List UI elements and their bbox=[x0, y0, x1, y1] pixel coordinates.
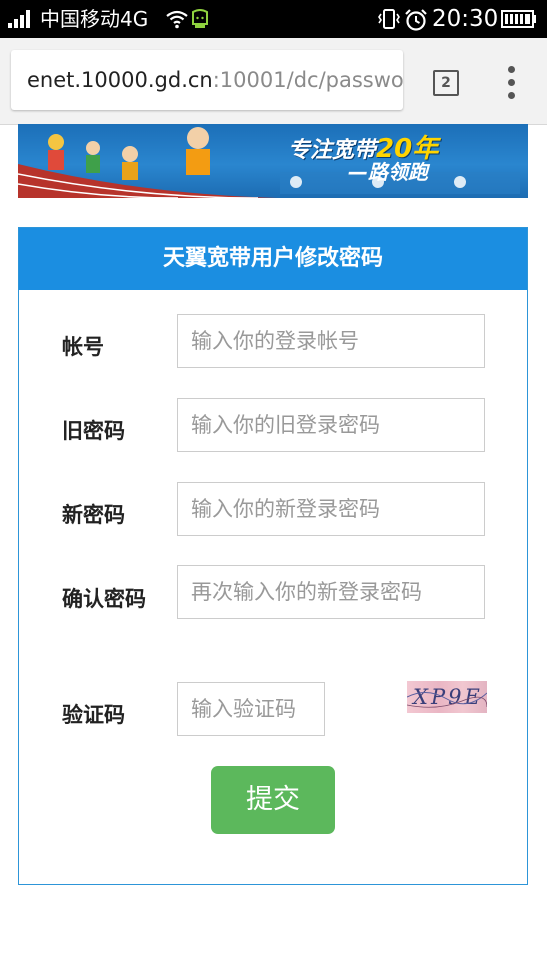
signal-icon bbox=[8, 10, 34, 28]
old-password-input[interactable]: 输入你的旧登录密码 bbox=[177, 398, 485, 452]
submit-button[interactable]: 提交 bbox=[211, 766, 335, 834]
url-path: :10001/dc/passwor bbox=[212, 68, 403, 92]
new-password-input[interactable]: 输入你的新登录密码 bbox=[177, 482, 485, 536]
tab-switcher-button[interactable]: 2 bbox=[433, 70, 459, 96]
panel-title: 天翼宽带用户修改密码 bbox=[19, 228, 527, 290]
url-text: enet.10000.gd.cn:10001/dc/passwor bbox=[27, 66, 403, 94]
confirm-password-input[interactable]: 再次输入你的新登录密码 bbox=[177, 565, 485, 619]
banner-slogan-line2: —路领跑 bbox=[348, 160, 428, 184]
address-bar[interactable]: enet.10000.gd.cn:10001/dc/passwor bbox=[11, 50, 403, 110]
new-password-label: 新密码 bbox=[62, 503, 125, 527]
captcha-input[interactable]: 输入验证码 bbox=[177, 682, 325, 736]
wifi-icon bbox=[166, 10, 188, 29]
battery-icon bbox=[501, 10, 536, 28]
captcha-label: 验证码 bbox=[62, 703, 125, 727]
account-input[interactable]: 输入你的登录帐号 bbox=[177, 314, 485, 368]
status-bar: 中国移动4G 20:30 bbox=[0, 0, 547, 38]
overflow-menu-icon[interactable] bbox=[502, 66, 522, 102]
alarm-icon bbox=[405, 9, 427, 31]
banner-illustration bbox=[18, 127, 520, 198]
url-host: enet.10000.gd.cn bbox=[27, 68, 213, 92]
vibrate-icon bbox=[378, 9, 400, 29]
change-password-panel: 天翼宽带用户修改密码 帐号 输入你的登录帐号 旧密码 输入你的旧登录密码 新密码… bbox=[18, 227, 528, 885]
confirm-password-label: 确认密码 bbox=[62, 587, 146, 611]
old-password-label: 旧密码 bbox=[62, 419, 125, 443]
carrier-label: 中国移动4G bbox=[40, 7, 149, 31]
message-notification-icon bbox=[192, 9, 208, 28]
promo-banner: 专注宽带20年 —路领跑 bbox=[18, 124, 528, 198]
clock-label: 20:30 bbox=[432, 6, 499, 32]
account-label: 帐号 bbox=[62, 335, 104, 359]
browser-toolbar: enet.10000.gd.cn:10001/dc/passwor 2 bbox=[0, 38, 547, 125]
captcha-image[interactable]: XP9E bbox=[407, 681, 487, 713]
